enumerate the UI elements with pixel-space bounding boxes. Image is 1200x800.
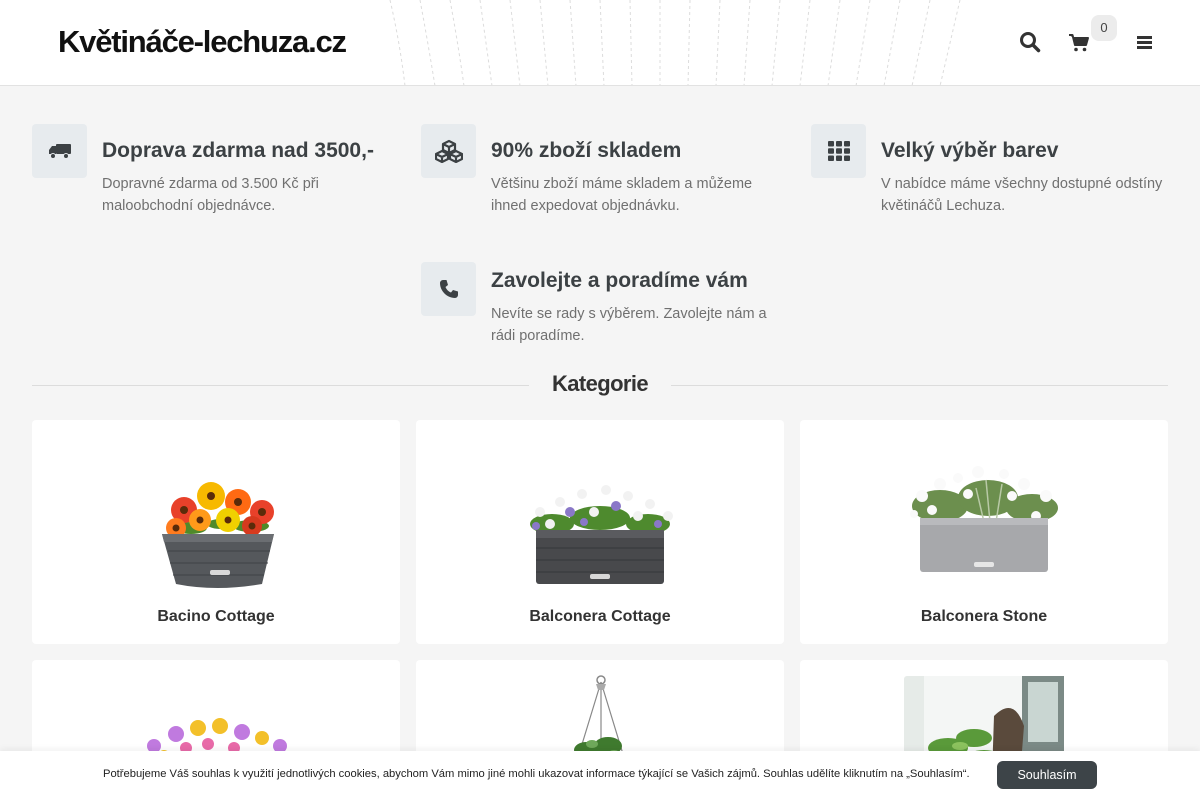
section-divider-right	[671, 385, 1168, 386]
menu-icon[interactable]	[1133, 30, 1157, 54]
header-decoration	[389, 0, 961, 85]
category-name: Balconera Stone	[920, 608, 1048, 625]
category-name: Balconera Cottage	[529, 608, 671, 625]
section-title: Kategorie	[551, 371, 649, 396]
feature-title: Doprava zdarma nad 3500,-	[102, 139, 374, 162]
accept-cookies-button[interactable]: Souhlasím	[997, 761, 1097, 789]
feature-title: Velký výběr barev	[881, 139, 1059, 162]
section-divider-left	[32, 385, 529, 386]
feature-desc: Nevíte se rady s výběrem. Zavolejte nám …	[491, 306, 767, 344]
feature-desc: V nabídce máme všechny dostupné odstíny …	[881, 176, 1163, 214]
product-image-balconera-cottage	[530, 485, 673, 584]
category-card[interactable]: Balconera Stone	[800, 420, 1168, 644]
feature-desc: Dopravné zdarma od 3.500 Kč při maloobch…	[102, 176, 319, 214]
category-card[interactable]: Balconera Cottage	[416, 420, 784, 644]
category-name: Bacino Cottage	[157, 608, 275, 625]
site-header: Květináče-lechuza.cz 0	[0, 0, 1200, 86]
product-image-bacino-cottage	[162, 482, 274, 588]
grid-icon	[811, 124, 866, 178]
phone-icon	[421, 262, 476, 316]
category-card[interactable]: Bacino Cottage	[32, 420, 400, 644]
feature-desc: Většinu zboží máme skladem a můžeme ihne…	[491, 176, 753, 214]
cookie-consent-bar: Potřebujeme Váš souhlas k využití jednot…	[0, 751, 1200, 800]
product-image-balconera-stone	[910, 466, 1058, 572]
cart-count-badge: 0	[1091, 15, 1117, 41]
search-icon[interactable]	[1018, 30, 1042, 54]
cubes-icon	[421, 124, 476, 178]
cart-icon[interactable]	[1067, 30, 1091, 54]
truck-icon	[32, 124, 87, 178]
feature-title: 90% zboží skladem	[491, 139, 682, 162]
site-logo[interactable]: Květináče-lechuza.cz	[58, 24, 347, 60]
cookie-consent-text: Potřebujeme Váš souhlas k využití jednot…	[103, 768, 970, 780]
feature-title: Zavolejte a poradíme vám	[491, 269, 748, 292]
